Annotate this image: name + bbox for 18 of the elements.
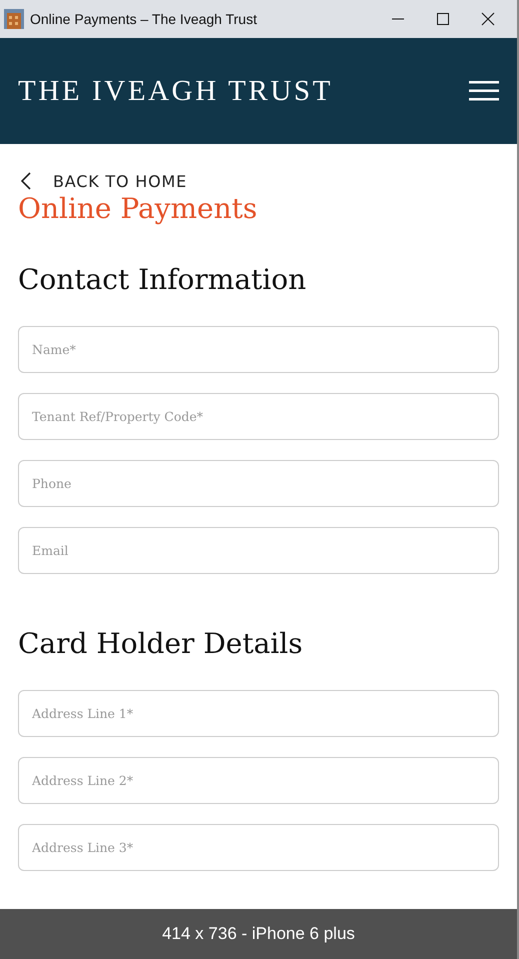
section-heading: Card Holder Details (18, 626, 304, 662)
input-field[interactable]: Email (18, 527, 499, 574)
maximize-icon[interactable] (436, 12, 450, 26)
input-field[interactable]: Tenant Ref/Property Code* (18, 393, 499, 440)
chevron-left-icon[interactable] (21, 172, 31, 190)
input-field[interactable]: Phone (18, 460, 499, 507)
section-heading: Contact Information (18, 262, 308, 298)
site-logo[interactable]: THE IVEAGH TRUST (18, 74, 333, 108)
close-icon[interactable] (481, 12, 495, 26)
input-field[interactable]: Name* (18, 326, 499, 373)
back-link[interactable]: BACK TO HOME (53, 172, 187, 190)
input-field[interactable]: Address Line 3* (18, 824, 499, 871)
menu-icon[interactable] (469, 81, 499, 101)
device-size-label: 414 x 736 - iPhone 6 plus (162, 924, 355, 944)
page-title: Online Payments (18, 192, 258, 226)
input-field[interactable]: Address Line 2* (18, 757, 499, 804)
input-field[interactable]: Address Line 1* (18, 690, 499, 737)
window-title: Online Payments – The Iveagh Trust (30, 11, 258, 27)
